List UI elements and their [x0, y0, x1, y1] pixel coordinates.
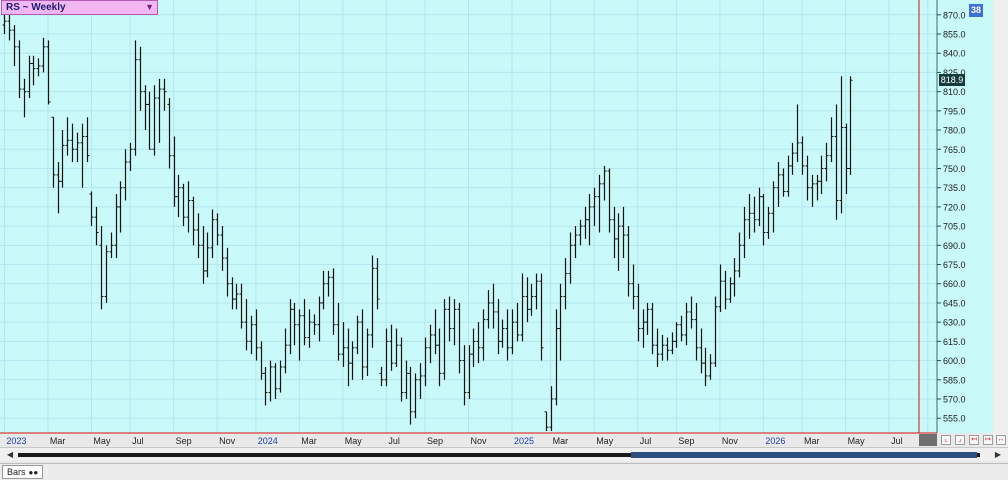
corner-badge[interactable]: 38 [969, 4, 983, 17]
y-tick-label: 645.0 [943, 298, 966, 308]
horizontal-scrollbar[interactable]: ◀ ▶ [0, 447, 1008, 461]
chart-plot[interactable]: 870.0855.0840.0825.0810.0795.0780.0765.0… [0, 0, 1008, 447]
symbol-label: RS ~ Weekly [6, 2, 66, 13]
scroll-arrow-left-icon[interactable]: ◀ [4, 449, 16, 460]
x-tick-label: Sep [176, 436, 192, 446]
scroll-end-marker [919, 434, 937, 446]
x-tick-label: Mar [804, 436, 820, 446]
y-tick-label: 795.0 [943, 106, 966, 116]
scroll-thumb[interactable] [631, 452, 977, 458]
y-tick-label: 750.0 [943, 164, 966, 174]
y-tick-label: 630.0 [943, 318, 966, 328]
x-tick-label: Sep [427, 436, 443, 446]
y-tick-label: 705.0 [943, 222, 966, 232]
x-tick-label: Jul [132, 436, 144, 446]
scroll-right-icon[interactable]: ↦ [983, 435, 993, 445]
time-axis: 2023 Mar May Jul Sep Nov 2024 Mar May Jul Sep Nov 20… [6, 436, 935, 446]
x-tick-label: Mar [301, 436, 317, 446]
zoom-left-icon[interactable]: ⌞ [941, 435, 951, 445]
right-edge-strip [993, 0, 1008, 447]
y-tick-label: 675.0 [943, 260, 966, 270]
chevron-down-icon: ▼ [145, 2, 154, 12]
bars-tab[interactable]: Bars ●● [2, 465, 44, 479]
x-tick-label: Nov [722, 436, 739, 446]
y-tick-label: 735.0 [943, 183, 966, 193]
x-tick-label: Jul [388, 436, 400, 446]
x-tick-label: Nov [219, 436, 236, 446]
symbol-dropdown[interactable]: RS ~ Weekly ▼ [1, 0, 158, 15]
y-tick-label: 600.0 [943, 356, 966, 366]
bars-tab-dots-icon: ●● [28, 468, 39, 477]
x-tick-label: May [596, 436, 614, 446]
y-tick-label: 555.0 [943, 414, 966, 424]
x-tick-label: Mar [553, 436, 569, 446]
y-tick-label: 855.0 [943, 30, 966, 40]
y-tick-label: 765.0 [943, 145, 966, 155]
bottom-tab-bar: Bars ●● [0, 463, 1008, 480]
x-tick-label: Mar [50, 436, 66, 446]
x-tick-label: 2026 [765, 436, 785, 446]
y-tick-label: 660.0 [943, 279, 966, 289]
x-tick-label: May [848, 436, 866, 446]
x-tick-label: Sep [678, 436, 694, 446]
y-tick-label: 840.0 [943, 49, 966, 59]
scroll-arrow-right-icon[interactable]: ▶ [992, 449, 1004, 460]
y-tick-label: 615.0 [943, 337, 966, 347]
y-tick-label: 720.0 [943, 202, 966, 212]
scroll-left-icon[interactable]: ↤ [969, 435, 979, 445]
y-tick-label: 870.0 [943, 10, 966, 20]
x-tick-label: 2024 [258, 436, 278, 446]
fit-icon[interactable]: ↔ [996, 435, 1006, 445]
current-price-tag: 818.9 [939, 74, 965, 87]
x-tick-label: Jul [640, 436, 652, 446]
x-tick-label: 2025 [514, 436, 534, 446]
x-tick-label: May [93, 436, 111, 446]
x-tick-label: 2023 [6, 436, 26, 446]
y-tick-label: 570.0 [943, 394, 966, 404]
x-tick-label: Jul [891, 436, 903, 446]
y-tick-label: 585.0 [943, 375, 966, 385]
y-tick-label: 780.0 [943, 126, 966, 136]
y-tick-label: 810.0 [943, 87, 966, 97]
y-tick-label: 690.0 [943, 241, 966, 251]
x-tick-label: May [345, 436, 363, 446]
x-tick-label: Nov [471, 436, 488, 446]
price-scale-background [937, 0, 993, 433]
bars-tab-label: Bars [7, 467, 26, 477]
zoom-right-icon[interactable]: ⌟ [955, 435, 965, 445]
